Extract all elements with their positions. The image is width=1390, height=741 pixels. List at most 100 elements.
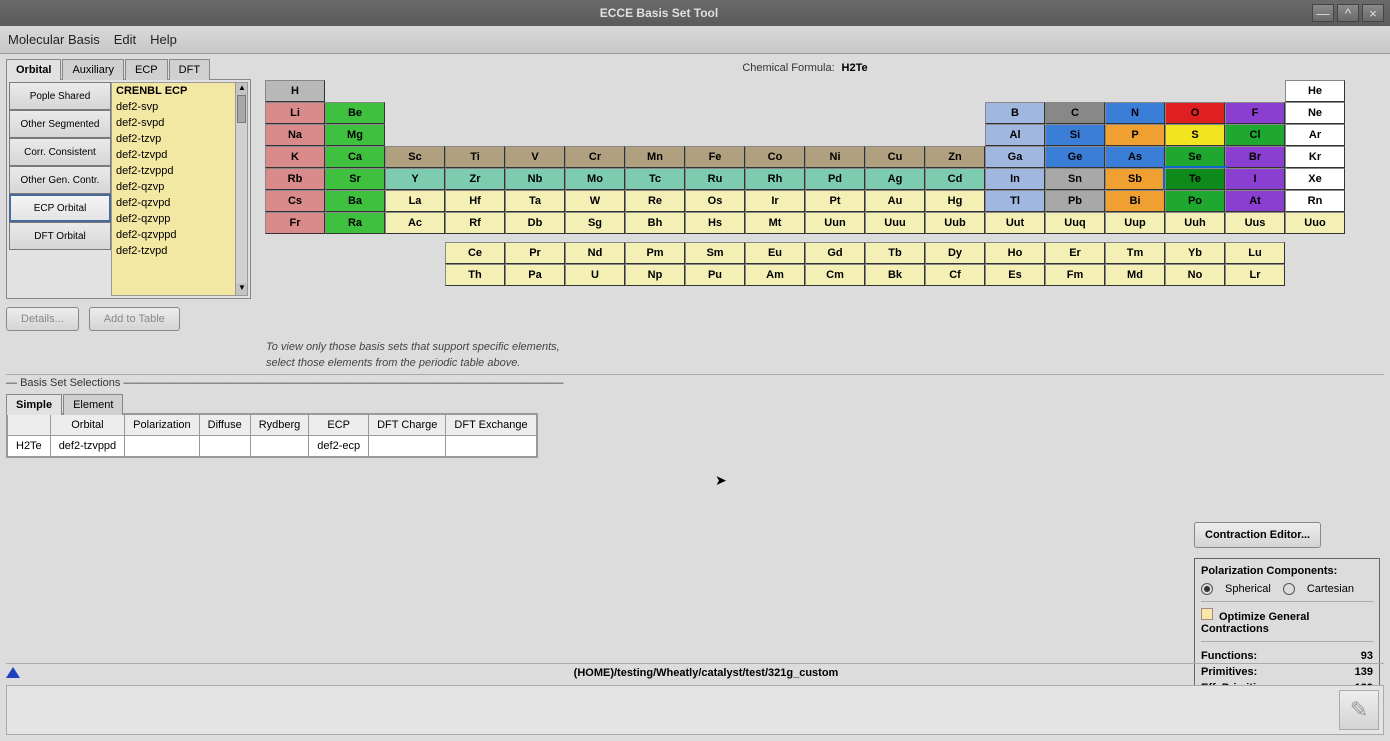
element-hg[interactable]: Hg [925, 190, 985, 212]
element-uuh[interactable]: Uuh [1165, 212, 1225, 234]
element-ar[interactable]: Ar [1285, 124, 1345, 146]
element-uus[interactable]: Uus [1225, 212, 1285, 234]
cell-orbital[interactable]: def2-tzvppd [50, 436, 124, 457]
element-ta[interactable]: Ta [505, 190, 565, 212]
element-sb[interactable]: Sb [1105, 168, 1165, 190]
cat-ecp-orbital[interactable]: ECP Orbital [9, 194, 111, 222]
checkbox-optimize[interactable] [1201, 608, 1213, 620]
element-lr[interactable]: Lr [1225, 264, 1285, 286]
radio-cartesian[interactable] [1283, 583, 1295, 595]
element-rf[interactable]: Rf [445, 212, 505, 234]
element-f[interactable]: F [1225, 102, 1285, 124]
element-at[interactable]: At [1225, 190, 1285, 212]
element-tm[interactable]: Tm [1105, 242, 1165, 264]
element-se[interactable]: Se [1165, 146, 1225, 168]
minimize-button[interactable]: — [1312, 4, 1334, 22]
element-np[interactable]: Np [625, 264, 685, 286]
contraction-editor-button[interactable]: Contraction Editor... [1194, 522, 1321, 548]
element-ra[interactable]: Ra [325, 212, 385, 234]
element-h[interactable]: H [265, 80, 325, 102]
element-pt[interactable]: Pt [805, 190, 865, 212]
menu-help[interactable]: Help [150, 32, 177, 47]
element-fe[interactable]: Fe [685, 146, 745, 168]
element-sn[interactable]: Sn [1045, 168, 1105, 190]
element-ni[interactable]: Ni [805, 146, 865, 168]
element-yb[interactable]: Yb [1165, 242, 1225, 264]
scroll-down-icon[interactable]: ▼ [236, 283, 248, 295]
element-sc[interactable]: Sc [385, 146, 445, 168]
element-pa[interactable]: Pa [505, 264, 565, 286]
scroll-thumb[interactable] [237, 95, 246, 123]
element-rn[interactable]: Rn [1285, 190, 1345, 212]
element-fr[interactable]: Fr [265, 212, 325, 234]
element-na[interactable]: Na [265, 124, 325, 146]
element-tb[interactable]: Tb [865, 242, 925, 264]
element-sr[interactable]: Sr [325, 168, 385, 190]
element-re[interactable]: Re [625, 190, 685, 212]
element-nb[interactable]: Nb [505, 168, 565, 190]
element-uuu[interactable]: Uuu [865, 212, 925, 234]
element-bh[interactable]: Bh [625, 212, 685, 234]
element-ne[interactable]: Ne [1285, 102, 1345, 124]
element-am[interactable]: Am [745, 264, 805, 286]
element-sg[interactable]: Sg [565, 212, 625, 234]
tab-dft[interactable]: DFT [169, 59, 210, 80]
menu-edit[interactable]: Edit [114, 32, 136, 47]
element-uup[interactable]: Uup [1105, 212, 1165, 234]
element-ba[interactable]: Ba [325, 190, 385, 212]
element-w[interactable]: W [565, 190, 625, 212]
basis-item[interactable]: def2-svp [112, 99, 247, 115]
element-ti[interactable]: Ti [445, 146, 505, 168]
element-po[interactable]: Po [1165, 190, 1225, 212]
element-cm[interactable]: Cm [805, 264, 865, 286]
cat-dft-orbital[interactable]: DFT Orbital [9, 222, 111, 250]
tab-simple[interactable]: Simple [6, 394, 62, 415]
element-au[interactable]: Au [865, 190, 925, 212]
cat-pople-shared[interactable]: Pople Shared [9, 82, 111, 110]
element-be[interactable]: Be [325, 102, 385, 124]
menu-molecular-basis[interactable]: Molecular Basis [8, 32, 100, 47]
element-nd[interactable]: Nd [565, 242, 625, 264]
element-uuq[interactable]: Uuq [1045, 212, 1105, 234]
element-b[interactable]: B [985, 102, 1045, 124]
element-ac[interactable]: Ac [385, 212, 445, 234]
element-in[interactable]: In [985, 168, 1045, 190]
element-uut[interactable]: Uut [985, 212, 1045, 234]
element-pu[interactable]: Pu [685, 264, 745, 286]
maximize-button[interactable]: ^ [1337, 4, 1359, 22]
element-cf[interactable]: Cf [925, 264, 985, 286]
element-cd[interactable]: Cd [925, 168, 985, 190]
element-as[interactable]: As [1105, 146, 1165, 168]
element-y[interactable]: Y [385, 168, 445, 190]
radio-spherical[interactable] [1201, 583, 1213, 595]
element-dy[interactable]: Dy [925, 242, 985, 264]
element-la[interactable]: La [385, 190, 445, 212]
details-button[interactable]: Details... [6, 307, 79, 331]
element-o[interactable]: O [1165, 102, 1225, 124]
element-cu[interactable]: Cu [865, 146, 925, 168]
basis-item[interactable]: def2-svpd [112, 115, 247, 131]
cell-formula[interactable]: H2Te [8, 436, 51, 457]
basis-item[interactable]: def2-tzvpd [112, 147, 247, 163]
cell-rydberg[interactable] [250, 436, 309, 457]
element-es[interactable]: Es [985, 264, 1045, 286]
element-mt[interactable]: Mt [745, 212, 805, 234]
element-rh[interactable]: Rh [745, 168, 805, 190]
run-icon[interactable]: ✎ [1339, 690, 1379, 730]
element-ag[interactable]: Ag [865, 168, 925, 190]
element-sm[interactable]: Sm [685, 242, 745, 264]
element-i[interactable]: I [1225, 168, 1285, 190]
element-co[interactable]: Co [745, 146, 805, 168]
element-bi[interactable]: Bi [1105, 190, 1165, 212]
basis-item[interactable]: def2-tzvp [112, 131, 247, 147]
element-mg[interactable]: Mg [325, 124, 385, 146]
element-he[interactable]: He [1285, 80, 1345, 102]
element-tl[interactable]: Tl [985, 190, 1045, 212]
element-no[interactable]: No [1165, 264, 1225, 286]
cat-corr-consistent[interactable]: Corr. Consistent [9, 138, 111, 166]
tab-auxiliary[interactable]: Auxiliary [62, 59, 124, 80]
element-er[interactable]: Er [1045, 242, 1105, 264]
element-fm[interactable]: Fm [1045, 264, 1105, 286]
element-hs[interactable]: Hs [685, 212, 745, 234]
element-uun[interactable]: Uun [805, 212, 865, 234]
